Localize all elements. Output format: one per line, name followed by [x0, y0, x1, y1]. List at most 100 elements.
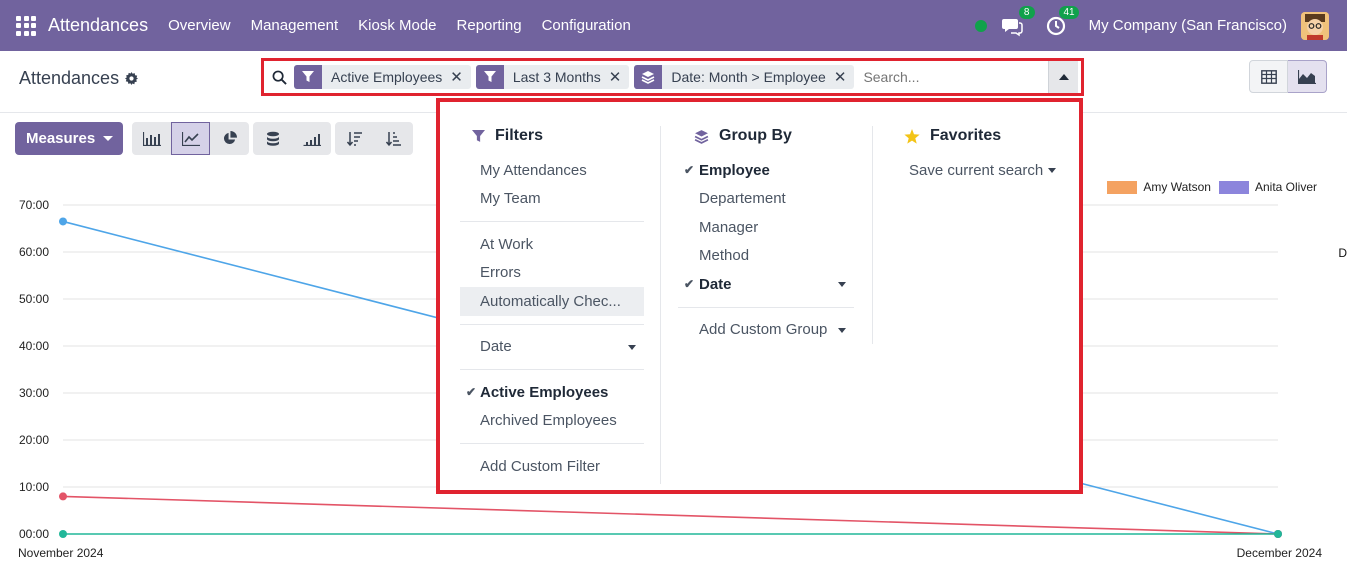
groupby-date[interactable]: ✔ Date: [678, 270, 854, 299]
search-input[interactable]: [863, 69, 1044, 85]
groupby-label: Departement: [699, 190, 786, 208]
filter-date[interactable]: Date: [460, 333, 644, 362]
y-tick-label: 20:00: [19, 433, 49, 447]
groupby-label: Manager: [699, 218, 759, 236]
stacked-button[interactable]: [253, 122, 293, 155]
messages-button[interactable]: 8: [1001, 5, 1035, 37]
filter-active-employees[interactable]: ✔ Active Employees: [460, 378, 644, 407]
checkmark-icon: ✔: [684, 277, 695, 291]
separator: [460, 323, 644, 325]
legend-label: Amy Watson: [1143, 180, 1211, 194]
separator: [678, 306, 854, 308]
cumulative-button[interactable]: [292, 122, 332, 155]
filter-automatically-checked-out[interactable]: Automatically Chec...: [460, 287, 644, 316]
facet-active-employees: Active Employees ✕: [294, 65, 471, 89]
pivot-view-button[interactable]: [1249, 60, 1288, 93]
groupby-label: Date: [699, 275, 732, 293]
add-custom-filter-button[interactable]: Add Custom Filter: [460, 452, 644, 481]
sort-ascending-button[interactable]: [374, 122, 414, 155]
facet-remove-button[interactable]: ✕: [609, 68, 630, 86]
facet-remove-button[interactable]: ✕: [834, 68, 855, 86]
filter-icon: [294, 65, 322, 89]
page-title-text: Attendances: [19, 68, 120, 88]
caret-down-icon: [1048, 168, 1056, 173]
facet-label: Active Employees: [331, 69, 443, 85]
filter-label: My Attendances: [480, 161, 587, 179]
filters-column: Filters My Attendances My Team At Work E…: [460, 122, 644, 481]
column-divider: [872, 126, 873, 344]
add-custom-group-button[interactable]: Add Custom Group: [678, 316, 854, 345]
graph-view-button[interactable]: [1288, 60, 1327, 93]
groupby-heading: Group By: [678, 122, 854, 150]
chart-type-group: [132, 122, 250, 155]
presence-status-icon: [974, 19, 987, 32]
legend-item-amy-watson[interactable]: Amy Watson: [1107, 180, 1211, 194]
filter-at-work[interactable]: At Work: [460, 230, 644, 259]
data-point: [59, 530, 67, 538]
filter-label: Active Employees: [480, 383, 609, 401]
data-point: [1274, 530, 1282, 538]
facet-remove-button[interactable]: ✕: [450, 68, 471, 86]
search-panel-dropdown: Filters My Attendances My Team At Work E…: [436, 98, 1083, 494]
company-switcher[interactable]: My Company (San Francisco): [1089, 17, 1287, 34]
groupby-manager[interactable]: Manager: [678, 213, 854, 242]
menu-reporting[interactable]: Reporting: [457, 17, 522, 34]
filter-icon: [472, 129, 485, 142]
line-chart-icon: [181, 131, 200, 146]
groupby-employee[interactable]: ✔ Employee: [678, 156, 854, 185]
legend-item-anita-oliver[interactable]: Anita Oliver: [1218, 180, 1317, 194]
facet-label: Date: Month > Employee: [671, 69, 826, 85]
bar-chart-button[interactable]: [132, 122, 172, 155]
search-bar[interactable]: Active Employees ✕ Last 3 Months ✕ Date:…: [261, 58, 1084, 96]
filter-label: Archived Employees: [480, 412, 617, 430]
separator: [460, 221, 644, 222]
gear-icon[interactable]: [125, 72, 139, 85]
filters-heading-label: Filters: [495, 127, 544, 144]
facet-label: Last 3 Months: [512, 69, 601, 85]
separator: [460, 369, 644, 370]
filter-errors[interactable]: Errors: [460, 259, 644, 288]
groupby-department[interactable]: Departement: [678, 185, 854, 214]
filter-my-team[interactable]: My Team: [460, 185, 644, 214]
search-panel-toggle-button[interactable]: [1048, 61, 1078, 93]
line-chart-button[interactable]: [171, 122, 211, 155]
column-divider: [660, 126, 661, 484]
sort-ascending-icon: [385, 131, 401, 146]
filter-my-attendances[interactable]: My Attendances: [460, 156, 644, 185]
user-avatar[interactable]: [1301, 11, 1329, 40]
y-tick-label: 60:00: [19, 245, 49, 259]
menu-kiosk-mode[interactable]: Kiosk Mode: [358, 17, 436, 34]
bar-chart-icon: [142, 131, 161, 146]
filter-archived-employees[interactable]: Archived Employees: [460, 407, 644, 436]
checkmark-icon: ✔: [466, 385, 477, 399]
legend-swatch: [1107, 180, 1138, 194]
y-tick-label: 30:00: [19, 386, 49, 400]
menu-overview[interactable]: Overview: [168, 17, 231, 34]
database-icon: [266, 131, 279, 146]
save-current-search-button[interactable]: Save current search: [890, 156, 1070, 185]
y-tick-label: 70:00: [19, 198, 49, 212]
menu-management[interactable]: Management: [251, 17, 339, 34]
groupby-label: Method: [699, 247, 750, 265]
area-chart-icon: [1298, 69, 1316, 84]
legend-swatch: [1218, 180, 1249, 194]
pie-chart-button[interactable]: [210, 122, 250, 155]
app-name[interactable]: Attendances: [48, 15, 148, 36]
app-grid-icon[interactable]: [16, 15, 36, 36]
star-icon: [904, 128, 920, 144]
measures-button[interactable]: Measures: [15, 122, 124, 155]
y-tick-label: 50:00: [19, 292, 49, 306]
groupby-method[interactable]: Method: [678, 242, 854, 271]
pie-chart-icon: [224, 131, 238, 145]
add-custom-filter-label: Add Custom Filter: [480, 457, 601, 475]
top-navbar: Attendances Overview Management Kiosk Mo…: [0, 0, 1347, 51]
sort-descending-button[interactable]: [335, 122, 375, 155]
filter-label: Errors: [480, 264, 521, 282]
menu-configuration[interactable]: Configuration: [542, 17, 631, 34]
activities-badge: 41: [1059, 5, 1079, 19]
caret-down-icon: [628, 344, 636, 350]
filter-label: My Team: [480, 190, 541, 208]
activities-button[interactable]: 41: [1045, 5, 1079, 37]
layers-icon: [694, 129, 709, 144]
graph-toolbar: Measures: [15, 122, 414, 155]
